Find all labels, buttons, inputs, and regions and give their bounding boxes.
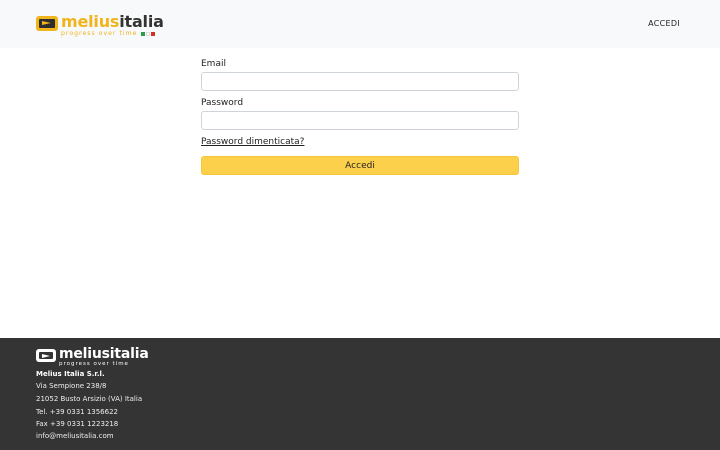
email-label: Email (201, 59, 226, 69)
address-line1: Via Sempione 238/8 (36, 382, 107, 390)
footer-logo: meliusitalia progress over time (36, 347, 149, 368)
login-button[interactable]: Accedi (201, 156, 519, 175)
logo-mark-icon (36, 16, 58, 31)
logo-wordmark: meliusitalia (61, 12, 164, 31)
password-field[interactable] (201, 111, 519, 130)
melius-italia-logo[interactable]: meliusitalia progress over time (36, 12, 164, 37)
footer-logo-mark-icon (36, 349, 56, 362)
logo-tagline: progress over time (61, 30, 138, 37)
italian-flag-icon (141, 32, 156, 37)
forgot-password-link[interactable]: Password dimenticata? (201, 137, 304, 147)
email-field[interactable] (201, 72, 519, 91)
nav-login-link[interactable]: ACCEDI (648, 19, 680, 28)
company-name: Melius Italia S.r.l. (36, 370, 105, 378)
footer-logo-wordmark: meliusitalia (59, 346, 149, 362)
address-line2: 21052 Busto Arsizio (VA) Italia (36, 395, 143, 403)
password-label: Password (201, 98, 244, 108)
site-footer: meliusitalia progress over time Melius I… (0, 338, 720, 450)
fax-number: Fax +39 0331 1223218 (36, 420, 119, 428)
phone-number: Tel. +39 0331 1356622 (36, 408, 119, 416)
footer-logo-tagline: progress over time (59, 361, 129, 367)
site-header: meliusitalia progress over time ACCEDI (0, 0, 720, 48)
contact-email[interactable]: info@meliusitalia.com (36, 432, 114, 440)
